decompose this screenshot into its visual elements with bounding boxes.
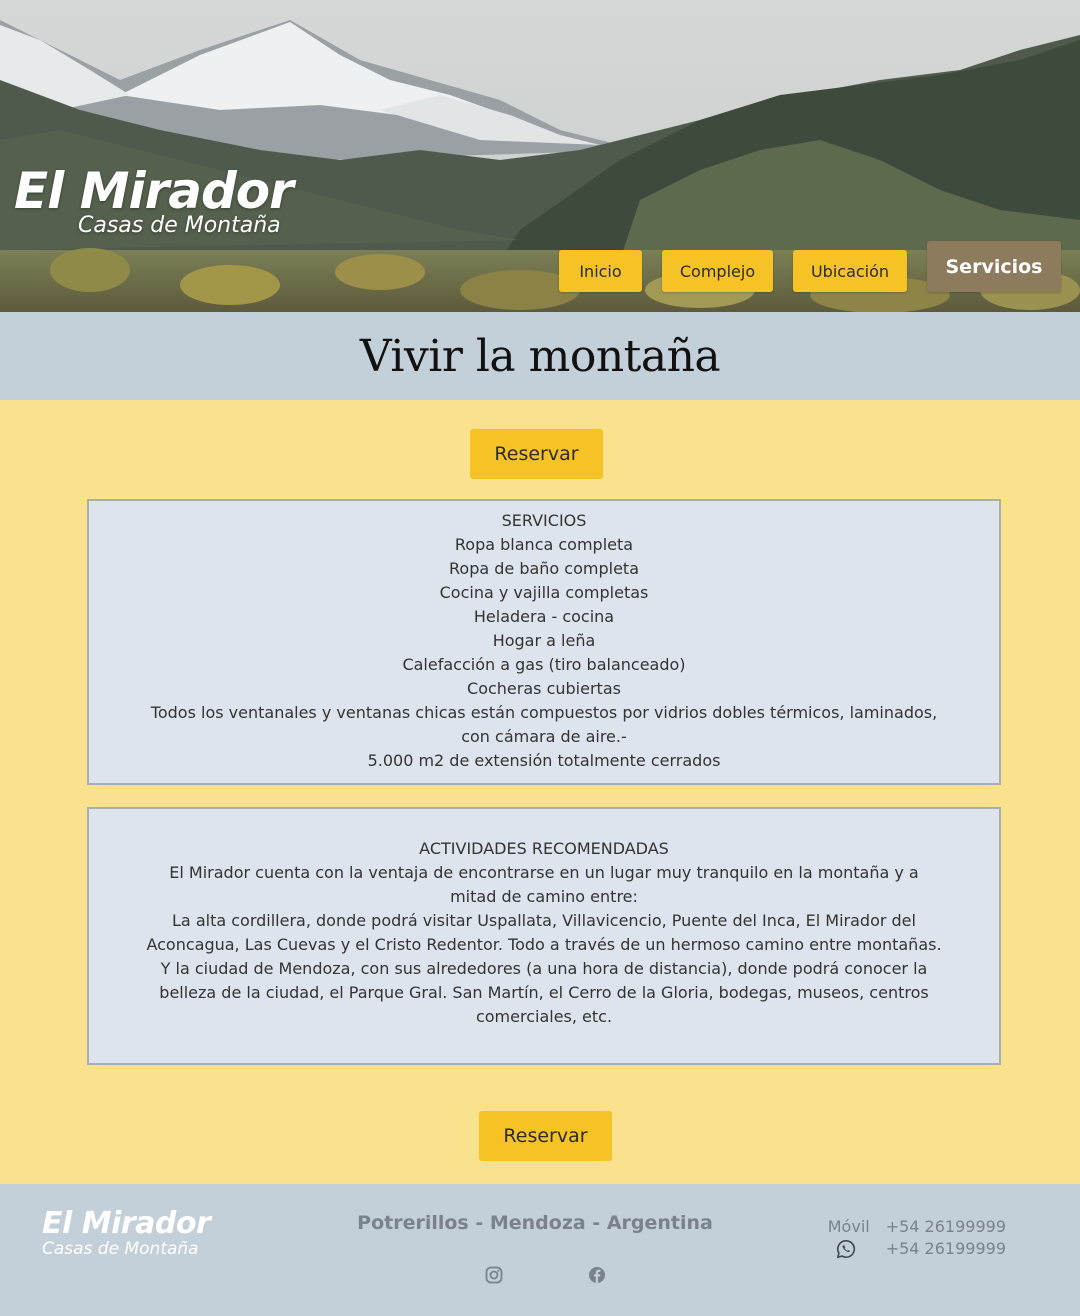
mobile-label: Móvil bbox=[827, 1217, 870, 1236]
reserve-button-top[interactable]: Reservar bbox=[470, 429, 603, 479]
footer: El Mirador Casas de Montaña Potrerillos … bbox=[0, 1184, 1080, 1316]
service-item: 5.000 m2 de extensión totalmente cerrado… bbox=[367, 751, 721, 770]
instagram-icon[interactable] bbox=[485, 1266, 503, 1284]
services-box: SERVICIOS Ropa blanca completa Ropa de b… bbox=[87, 499, 1001, 785]
nav-ubicacion[interactable]: Ubicación bbox=[793, 250, 907, 292]
brand-logo[interactable]: El Mirador Casas de Montaña bbox=[14, 162, 294, 238]
mountain-landscape-image bbox=[0, 0, 1080, 312]
footer-contact: Móvil +54 26199999 +54 26199999 bbox=[828, 1216, 1006, 1260]
service-item: Cocina y vajilla completas bbox=[439, 583, 649, 602]
activities-box: ACTIVIDADES RECOMENDADAS El Mirador cuen… bbox=[87, 807, 1001, 1065]
facebook-icon[interactable] bbox=[588, 1266, 606, 1284]
brand-name: El Mirador bbox=[14, 162, 294, 220]
activities-paragraph: La alta cordillera, donde podrá visitar … bbox=[146, 911, 942, 954]
activities-title: ACTIVIDADES RECOMENDADAS bbox=[419, 839, 669, 858]
service-item: Calefacción a gas (tiro balanceado) bbox=[402, 655, 686, 674]
page-title: Vivir la montaña bbox=[359, 330, 721, 382]
nav-servicios[interactable]: Servicios bbox=[927, 241, 1061, 292]
services-title: SERVICIOS bbox=[501, 511, 587, 530]
service-item: Ropa de baño completa bbox=[449, 559, 639, 578]
service-item: Heladera - cocina bbox=[473, 607, 615, 626]
whatsapp-icon[interactable] bbox=[836, 1239, 856, 1259]
service-item: Cocheras cubiertas bbox=[467, 679, 621, 698]
activities-paragraph: El Mirador cuenta con la ventaja de enco… bbox=[169, 863, 919, 906]
service-item: Hogar a leña bbox=[492, 631, 596, 650]
footer-brand[interactable]: El Mirador Casas de Montaña bbox=[42, 1206, 211, 1259]
activities-paragraph: Y la ciudad de Mendoza, con sus alrededo… bbox=[159, 959, 929, 1026]
nav-inicio[interactable]: Inicio bbox=[559, 250, 642, 292]
nav-complejo[interactable]: Complejo bbox=[662, 250, 773, 292]
footer-brand-name: El Mirador bbox=[42, 1206, 211, 1241]
service-item: Todos los ventanales y ventanas chicas e… bbox=[150, 703, 938, 746]
header-banner: El Mirador Casas de Montaña Inicio Compl… bbox=[0, 0, 1080, 312]
service-item: Ropa blanca completa bbox=[454, 535, 634, 554]
title-band: Vivir la montaña bbox=[0, 312, 1080, 400]
brand-tagline: Casas de Montaña bbox=[78, 213, 281, 238]
reserve-button-bottom[interactable]: Reservar bbox=[479, 1111, 612, 1161]
mobile-number[interactable]: +54 26199999 bbox=[886, 1216, 1006, 1238]
footer-location: Potrerillos - Mendoza - Argentina bbox=[357, 1212, 713, 1234]
footer-brand-tagline: Casas de Montaña bbox=[42, 1239, 199, 1259]
whatsapp-number[interactable]: +54 26199999 bbox=[886, 1238, 1006, 1260]
